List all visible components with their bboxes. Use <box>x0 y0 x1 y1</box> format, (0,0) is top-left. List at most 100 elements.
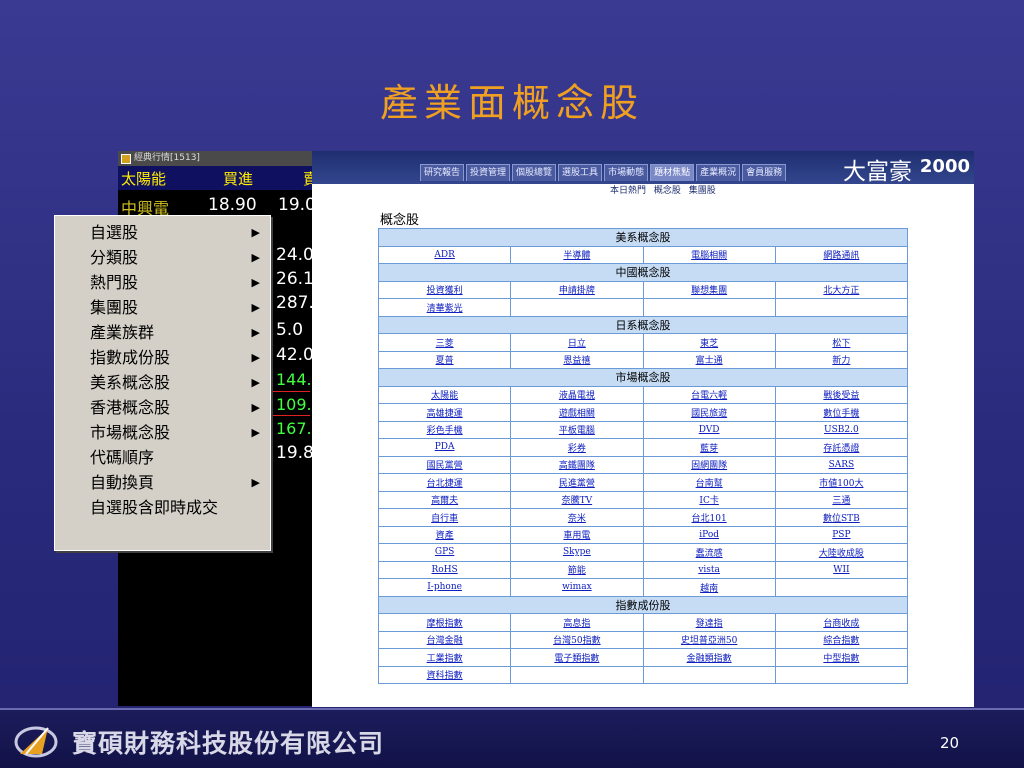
nav-tab[interactable]: 會員服務 <box>742 164 787 181</box>
concept-link[interactable]: 數位手機 <box>774 403 909 422</box>
concept-link[interactable]: 蠢流感 <box>642 543 776 562</box>
concept-link[interactable]: WII <box>774 560 909 579</box>
nav-tab[interactable]: 題材焦點 <box>650 164 695 181</box>
subnav-hot[interactable]: 本日熱門 <box>610 186 646 196</box>
concept-link[interactable]: 富士通 <box>642 350 776 369</box>
nav-tab[interactable]: 個股總覽 <box>512 164 557 181</box>
concept-link[interactable]: 發達指 <box>642 613 776 632</box>
concept-link[interactable]: 高爾夫 <box>377 490 512 509</box>
concept-link[interactable]: 國民旅遊 <box>642 403 776 422</box>
concept-link[interactable]: 夏普 <box>377 350 512 369</box>
menu-item[interactable]: 香港概念股 ▶ <box>55 395 270 420</box>
concept-link[interactable]: 節能 <box>510 560 644 579</box>
concept-link[interactable]: 中型指數 <box>774 648 909 667</box>
concept-link[interactable]: 民進黨營 <box>510 473 644 492</box>
menu-item[interactable]: 自動換頁 ▶ <box>55 470 270 495</box>
concept-link[interactable]: I-phone <box>377 578 512 597</box>
concept-link[interactable]: 奈米 <box>510 508 644 527</box>
quote-window-titlebar[interactable]: 經典行情[1513] <box>118 151 318 166</box>
subnav-concept[interactable]: 概念股 <box>654 186 681 196</box>
concept-link[interactable]: 新力 <box>774 350 909 369</box>
concept-link[interactable]: 松下 <box>774 333 909 352</box>
nav-tab[interactable]: 選股工具 <box>558 164 603 181</box>
menu-item[interactable]: 市場概念股 ▶ <box>55 420 270 445</box>
concept-link[interactable]: 聯想集團 <box>642 280 776 299</box>
concept-link[interactable]: GPS <box>377 543 512 562</box>
concept-link[interactable]: 太陽能 <box>377 385 512 404</box>
concept-link[interactable]: 資產 <box>377 525 512 544</box>
concept-link[interactable]: 國民黨營 <box>377 455 512 474</box>
menu-item[interactable]: 指數成份股 ▶ <box>55 345 270 370</box>
menu-item[interactable]: 集團股 ▶ <box>55 295 270 320</box>
concept-link[interactable]: DVD <box>642 420 776 439</box>
concept-link[interactable]: 戰後受益 <box>774 385 909 404</box>
concept-link[interactable]: 台南幫 <box>642 473 776 492</box>
concept-link[interactable]: vista <box>642 560 776 579</box>
menu-item[interactable]: 自選股 ▶ <box>55 220 270 245</box>
concept-link[interactable]: 遊戲相關 <box>510 403 644 422</box>
concept-link[interactable]: 台北101 <box>642 508 776 527</box>
concept-link[interactable]: 綜合指數 <box>774 630 909 649</box>
concept-link[interactable]: 台灣金融 <box>377 630 512 649</box>
concept-link[interactable]: 存託憑證 <box>774 438 909 457</box>
menu-item[interactable]: 分類股 ▶ <box>55 245 270 270</box>
concept-link[interactable]: 固網團隊 <box>642 455 776 474</box>
concept-link[interactable]: 三通 <box>774 490 909 509</box>
concept-link[interactable]: 半導體 <box>510 245 644 264</box>
menu-item[interactable]: 熱門股 ▶ <box>55 270 270 295</box>
menu-item[interactable]: 代碼順序 <box>55 445 270 470</box>
concept-link[interactable]: 台電六輕 <box>642 385 776 404</box>
concept-link[interactable]: iPod <box>642 525 776 544</box>
concept-link[interactable]: 網路通訊 <box>774 245 909 264</box>
concept-link[interactable]: 車用電 <box>510 525 644 544</box>
concept-link[interactable]: 資科指數 <box>377 665 512 684</box>
concept-link[interactable]: 日立 <box>510 333 644 352</box>
concept-link[interactable]: 工業指數 <box>377 648 512 667</box>
concept-link[interactable]: 台灣50指數 <box>510 630 644 649</box>
concept-link[interactable]: 恩益禧 <box>510 350 644 369</box>
concept-link[interactable]: 液晶電視 <box>510 385 644 404</box>
concept-link[interactable]: 高鐵團隊 <box>510 455 644 474</box>
concept-link[interactable]: 台北捷運 <box>377 473 512 492</box>
concept-link[interactable]: RoHS <box>377 560 512 579</box>
concept-link[interactable]: 高雄捷運 <box>377 403 512 422</box>
concept-link[interactable]: 彩券 <box>510 438 644 457</box>
concept-link[interactable]: 電腦相關 <box>642 245 776 264</box>
concept-link[interactable]: Skype <box>510 543 644 562</box>
concept-link[interactable]: 史坦普亞洲50 <box>642 630 776 649</box>
concept-link[interactable]: wimax <box>510 578 644 597</box>
concept-link[interactable]: PDA <box>377 438 512 457</box>
concept-link[interactable]: 平板電腦 <box>510 420 644 439</box>
concept-link[interactable]: 越南 <box>642 578 776 597</box>
nav-tab[interactable]: 產業概況 <box>696 164 741 181</box>
concept-link[interactable]: 投資獲利 <box>377 280 512 299</box>
menu-item[interactable]: 產業族群 ▶ <box>55 320 270 345</box>
concept-link[interactable]: SARS <box>774 455 909 474</box>
nav-tab[interactable]: 市場動態 <box>604 164 649 181</box>
concept-link[interactable]: 數位STB <box>774 508 909 527</box>
concept-link[interactable]: 金融類指數 <box>642 648 776 667</box>
concept-link[interactable]: 自行車 <box>377 508 512 527</box>
concept-link[interactable]: 市値100大 <box>774 473 909 492</box>
nav-tab[interactable]: 投資管理 <box>466 164 511 181</box>
menu-item[interactable]: 美系概念股 ▶ <box>55 370 270 395</box>
concept-link[interactable]: 彩色手機 <box>377 420 512 439</box>
concept-link[interactable]: 三菱 <box>377 333 512 352</box>
concept-link[interactable]: ADR <box>377 245 512 264</box>
concept-link[interactable]: USB2.0 <box>774 420 909 439</box>
concept-link[interactable]: 電子類指數 <box>510 648 644 667</box>
menu-item[interactable]: 自選股含即時成交 <box>55 495 270 520</box>
concept-link[interactable]: 藍芽 <box>642 438 776 457</box>
concept-link[interactable]: 高息指 <box>510 613 644 632</box>
concept-link[interactable]: 台商收成 <box>774 613 909 632</box>
concept-link[interactable]: 北大方正 <box>774 280 909 299</box>
subnav-group[interactable]: 集團股 <box>689 186 716 196</box>
nav-tab[interactable]: 研究報告 <box>420 164 465 181</box>
concept-link[interactable]: 清華紫光 <box>377 298 512 317</box>
concept-link[interactable]: 奈騰TV <box>510 490 644 509</box>
concept-link[interactable]: 大陸收成股 <box>774 543 909 562</box>
concept-link[interactable]: 申請掛牌 <box>510 280 644 299</box>
concept-link[interactable]: PSP <box>774 525 909 544</box>
concept-link[interactable]: 東芝 <box>642 333 776 352</box>
concept-link[interactable]: IC卡 <box>642 490 776 509</box>
